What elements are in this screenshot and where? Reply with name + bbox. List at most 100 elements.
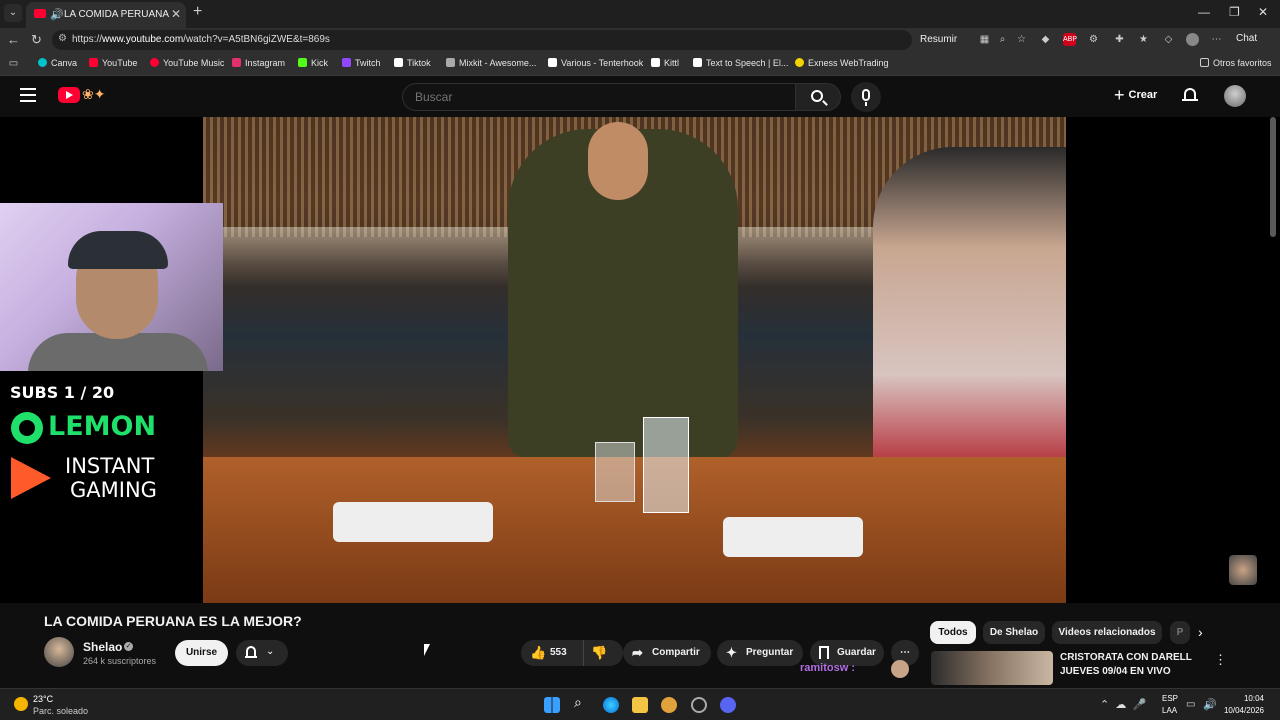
- extensions-puzzle-icon[interactable]: ✚: [1113, 33, 1126, 46]
- favorite-star-icon[interactable]: ☆: [1015, 33, 1028, 46]
- dislike-button[interactable]: 👎: [583, 640, 623, 666]
- bookmark-canva[interactable]: Canva: [38, 58, 77, 68]
- bookmark-twitch[interactable]: Twitch: [342, 58, 381, 68]
- recommended-more-icon[interactable]: ⋮: [1214, 652, 1227, 668]
- windows-start-icon[interactable]: [544, 697, 560, 713]
- instagram-icon: [232, 58, 241, 67]
- mouse-cursor: [424, 644, 430, 656]
- file-explorer-icon[interactable]: [632, 697, 648, 713]
- edge-browser-icon[interactable]: [603, 697, 619, 713]
- weather-condition[interactable]: Parc. soleado: [33, 706, 88, 716]
- audio-playing-icon[interactable]: 🔊: [50, 8, 64, 21]
- create-button[interactable]: + Crear: [1106, 85, 1165, 109]
- plus-icon: +: [1114, 85, 1125, 105]
- maximize-icon[interactable]: ❐: [1229, 5, 1240, 19]
- doodle-logo-icon[interactable]: ❀✦: [82, 86, 105, 103]
- instant-gaming-logo-icon: [11, 457, 51, 499]
- subscription-notifications-button[interactable]: ⌄: [236, 640, 288, 666]
- clock-time[interactable]: 10:04: [1220, 694, 1264, 703]
- video-frame[interactable]: [203, 117, 1066, 603]
- bookmark-kittl[interactable]: Kittl: [651, 58, 679, 68]
- input-language[interactable]: ESP: [1162, 694, 1178, 703]
- reload-icon[interactable]: ↻: [31, 32, 42, 48]
- channel-name[interactable]: Shelao: [83, 640, 122, 654]
- subs-goal-text: SUBS 1 / 20: [10, 383, 115, 402]
- taskbar-search-icon[interactable]: ⌕: [574, 694, 594, 714]
- weather-sun-icon[interactable]: [14, 697, 28, 711]
- search-button[interactable]: [795, 83, 841, 111]
- network-icon[interactable]: ▭: [1186, 699, 1202, 715]
- recommended-title-line1[interactable]: CRISTORATA CON DARELL: [1060, 652, 1192, 663]
- app-circle-icon[interactable]: [691, 697, 707, 713]
- new-tab-icon[interactable]: +: [193, 3, 202, 21]
- bookmark-icon: [819, 646, 829, 659]
- share-button[interactable]: ➦ Compartir: [623, 640, 711, 666]
- browser-tab-active[interactable]: 🔊 LA COMIDA PERUANA ES LA ✕: [26, 2, 186, 28]
- youtube-header: ❀✦ +Crear: [0, 76, 1280, 117]
- chevron-right-icon[interactable]: ›: [1198, 624, 1203, 640]
- bookmark-tiktok[interactable]: Tiktok: [394, 58, 431, 68]
- bookmark-youtube[interactable]: YouTube: [89, 58, 137, 68]
- recommended-thumbnail[interactable]: [931, 651, 1053, 685]
- tab-actions-icon[interactable]: ▭: [7, 57, 20, 70]
- summarize-button[interactable]: Resumir: [920, 34, 957, 45]
- app-shield-icon[interactable]: [661, 697, 677, 713]
- url-bar[interactable]: ⚙ https://www.youtube.com/watch?v=A5tBN6…: [52, 30, 912, 50]
- video-player[interactable]: SUBS 1 / 20 LEMON INSTANT GAMING: [0, 117, 1280, 603]
- recommended-title-line2[interactable]: JUEVES 09/04 EN VIVO: [1060, 666, 1171, 677]
- bookmark-text-to-speech[interactable]: Text to Speech | El...: [693, 58, 788, 68]
- floating-avatar[interactable]: [1229, 555, 1257, 585]
- volume-icon[interactable]: 🔊: [1203, 698, 1219, 714]
- bookmark-youtube-music[interactable]: YouTube Music: [150, 58, 224, 68]
- tab-menu-icon[interactable]: ⌄: [4, 4, 22, 22]
- discord-icon[interactable]: [720, 697, 736, 713]
- chip-from-channel[interactable]: De Shelao: [983, 621, 1045, 644]
- chat-username: ramitosw :: [800, 662, 856, 674]
- chip-related[interactable]: Videos relacionados: [1052, 621, 1162, 644]
- join-button[interactable]: Unirse: [175, 640, 228, 666]
- canva-icon: [38, 58, 47, 67]
- clock-date[interactable]: 10/04/2026: [1220, 706, 1264, 715]
- chip-all[interactable]: Todos: [930, 621, 976, 644]
- extension-icon[interactable]: ⚙: [1087, 33, 1100, 46]
- chip-partial[interactable]: P: [1170, 621, 1190, 644]
- menu-hamburger-icon[interactable]: [20, 88, 36, 102]
- voice-search-button[interactable]: [851, 82, 881, 112]
- close-window-icon[interactable]: ✕: [1258, 5, 1268, 19]
- site-info-icon[interactable]: ⚙: [58, 33, 67, 44]
- tiktok-icon: [394, 58, 403, 67]
- extension-diamond-icon[interactable]: ◆: [1039, 33, 1052, 46]
- other-bookmarks-folder[interactable]: Otros favoritos: [1200, 58, 1272, 68]
- webcam-overlay: [0, 203, 223, 371]
- channel-avatar[interactable]: [44, 637, 74, 667]
- favorites-icon[interactable]: ★: [1137, 33, 1150, 46]
- page-scrollbar[interactable]: [1270, 117, 1276, 237]
- ask-button[interactable]: ✦ Preguntar: [717, 640, 803, 666]
- bookmark-instagram[interactable]: Instagram: [232, 58, 285, 68]
- chevron-down-icon: ⌄: [266, 646, 275, 657]
- reader-icon[interactable]: ▦: [978, 33, 991, 46]
- bookmark-exness[interactable]: Exness WebTrading: [795, 58, 889, 68]
- zoom-icon[interactable]: ⌕: [996, 33, 1009, 46]
- windows-taskbar: 23°C Parc. soleado ⌕ ⌃ ☁ 🎤 ESP LAA ▭ 🔊 1…: [0, 688, 1280, 720]
- browser-essentials-icon[interactable]: ◇: [1162, 33, 1175, 46]
- close-tab-icon[interactable]: ✕: [171, 7, 181, 21]
- sparkle-icon: ✦: [726, 645, 737, 660]
- system-tray-icons[interactable]: ⌃ ☁ 🎤: [1100, 698, 1146, 711]
- back-icon[interactable]: ←: [7, 32, 20, 47]
- minimize-icon[interactable]: —: [1198, 5, 1210, 19]
- copilot-chat-button[interactable]: Chat: [1236, 33, 1257, 44]
- adblock-icon[interactable]: ABP: [1063, 33, 1077, 46]
- notifications-bell-icon[interactable]: [1182, 88, 1198, 104]
- youtube-logo-icon[interactable]: [58, 87, 80, 103]
- bookmark-tenterhook[interactable]: Various - Tenterhook: [548, 58, 643, 68]
- weather-temperature[interactable]: 23°C: [33, 694, 53, 704]
- youtube-music-icon: [150, 58, 159, 67]
- input-layout[interactable]: LAA: [1162, 706, 1177, 715]
- account-avatar[interactable]: [1224, 85, 1246, 107]
- search-input[interactable]: [402, 83, 795, 111]
- profile-icon[interactable]: [1186, 33, 1199, 46]
- more-menu-icon[interactable]: ⋯: [1210, 33, 1223, 46]
- bookmark-kick[interactable]: Kick: [298, 58, 328, 68]
- bookmark-mixkit[interactable]: Mixkit - Awesome...: [446, 58, 536, 68]
